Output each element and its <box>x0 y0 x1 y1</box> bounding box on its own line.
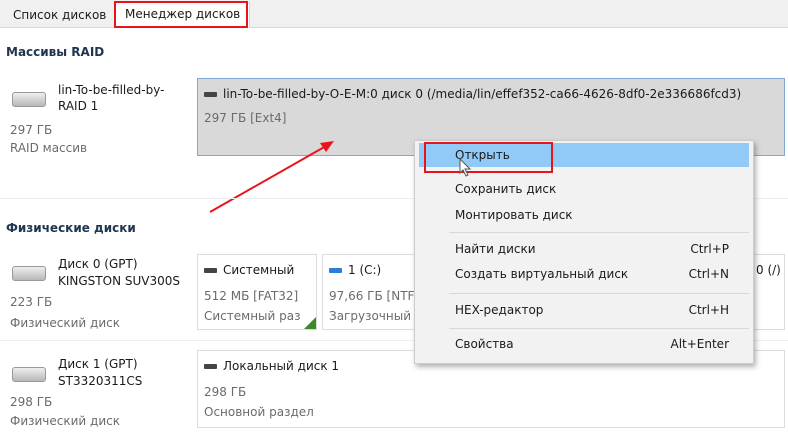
disk-icon <box>12 367 46 382</box>
menu-item-save-disk[interactable]: Сохранить диск <box>419 177 749 201</box>
partition-title: 1 (C:) <box>348 263 382 277</box>
disk-model: KINGSTON SUV300S <box>58 274 180 288</box>
menu-item-find-disks[interactable]: Найти диски Ctrl+P <box>419 237 749 261</box>
menu-item-create-virtual-disk[interactable]: Создать виртуальный диск Ctrl+N <box>419 262 749 286</box>
partition-size: 298 ГБ <box>204 385 247 399</box>
menu-item-mount-disk[interactable]: Монтировать диск <box>419 203 749 227</box>
physical-section-title: Физические диски <box>6 221 136 235</box>
corner-marker <box>304 317 316 329</box>
menu-separator <box>449 293 749 294</box>
partition-type: Загрузочный <box>329 309 412 323</box>
partition-title: 0 (/) <box>756 263 781 277</box>
menu-item-hex-editor[interactable]: HEX-редактор Ctrl+H <box>419 298 749 322</box>
annotation-box <box>424 142 553 173</box>
partition-type: Основной раздел <box>204 405 314 419</box>
windows-drive-icon <box>329 268 342 273</box>
mouse-cursor-icon <box>459 158 472 177</box>
menu-separator <box>449 232 749 233</box>
disk-name: Диск 1 (GPT) <box>58 357 138 371</box>
disk-type: Физический диск <box>10 316 120 330</box>
disk-size: 223 ГБ <box>10 295 53 309</box>
partition-c[interactable]: 1 (C:) 97,66 ГБ [NTF Загрузочный <box>322 254 422 330</box>
disk-name: Диск 0 (GPT) <box>58 257 138 271</box>
menu-item-properties[interactable]: Свойства Alt+Enter <box>419 332 749 356</box>
partition-title: Системный <box>223 263 295 277</box>
partition-size: 512 МБ [FAT32] <box>204 289 299 303</box>
disk-size: 298 ГБ <box>10 395 53 409</box>
drive-icon <box>204 364 217 369</box>
disk-type: Физический диск <box>10 414 120 428</box>
disk-model: ST3320311CS <box>58 374 143 388</box>
menu-separator <box>449 328 749 329</box>
partition-title: Локальный диск 1 <box>223 359 340 373</box>
partition-type: Системный раз <box>204 309 301 323</box>
disk-icon <box>12 266 46 281</box>
partition-system[interactable]: Системный 512 МБ [FAT32] Системный раз <box>197 254 317 330</box>
partition-size: 97,66 ГБ [NTF <box>329 289 415 303</box>
drive-icon <box>204 268 217 273</box>
